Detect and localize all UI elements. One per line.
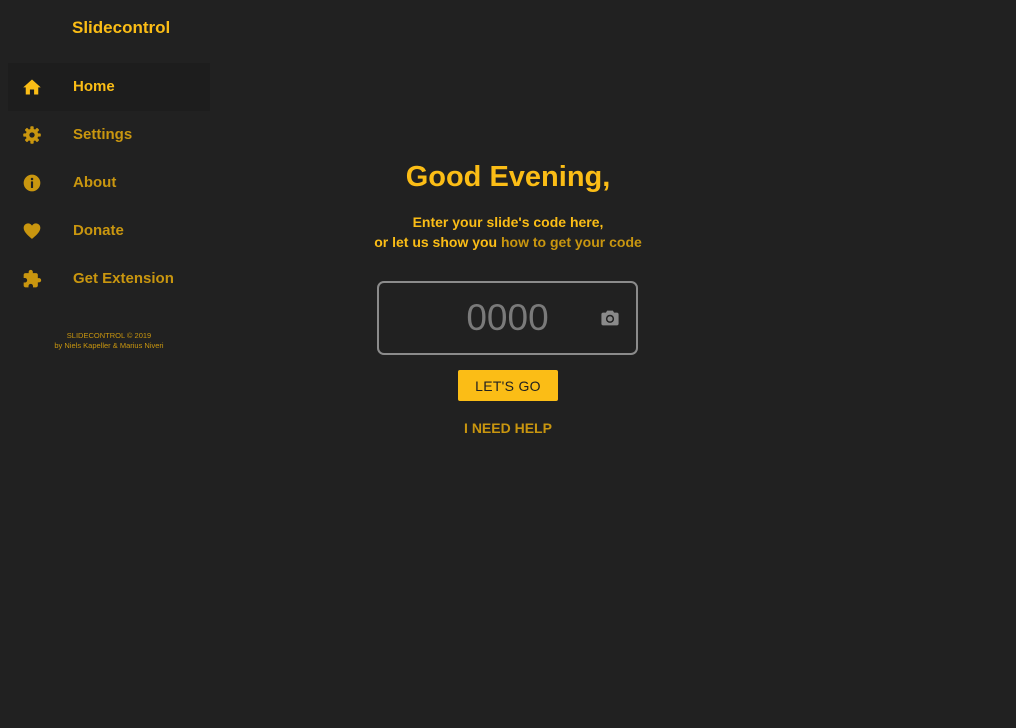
instructions: Enter your slide's code here, or let us …	[218, 212, 798, 252]
info-icon	[22, 173, 42, 193]
camera-icon[interactable]	[600, 309, 620, 327]
sidebar: Slidecontrol Home Settings About Donate …	[0, 0, 218, 728]
sidebar-item-home[interactable]: Home	[8, 63, 210, 111]
lets-go-button[interactable]: LET'S GO	[458, 370, 558, 401]
puzzle-icon	[22, 269, 42, 289]
heart-icon	[22, 221, 42, 241]
sidebar-item-label: Home	[73, 78, 115, 95]
instructions-prefix: or let us show you	[374, 234, 498, 250]
sidebar-item-label: Donate	[73, 222, 124, 239]
footer-copyright: SLIDECONTROL © 2019	[66, 331, 152, 340]
home-icon	[22, 77, 42, 97]
code-input[interactable]	[379, 283, 636, 353]
code-input-box	[377, 281, 638, 355]
i-need-help-button[interactable]: I NEED HELP	[428, 417, 588, 439]
sidebar-item-label: Settings	[73, 126, 133, 143]
greeting-heading: Good Evening,	[405, 161, 611, 193]
how-to-get-code-link[interactable]: how to get your code	[501, 234, 642, 250]
sidebar-item-label: Get Extension	[73, 270, 174, 287]
sidebar-item-about[interactable]: About	[8, 159, 210, 207]
instructions-line1: Enter your slide's code here,	[412, 214, 604, 230]
sidebar-item-label: About	[73, 174, 117, 191]
sidebar-item-get-extension[interactable]: Get Extension	[8, 255, 210, 303]
main-content: Good Evening, Enter your slide's code he…	[218, 0, 798, 728]
instructions-line2: or let us show you how to get your code	[218, 232, 798, 252]
footer-authors: by Niels Kapeller & Marius Niveri	[54, 341, 164, 350]
sidebar-item-settings[interactable]: Settings	[8, 111, 210, 159]
sidebar-nav: Home Settings About Donate Get Extension	[8, 63, 210, 303]
app: Slidecontrol Home Settings About Donate …	[0, 0, 1016, 728]
gear-icon	[22, 125, 42, 145]
sidebar-item-donate[interactable]: Donate	[8, 207, 210, 255]
sidebar-footer: SLIDECONTROL © 2019 by Niels Kapeller & …	[0, 331, 218, 351]
app-brand: Slidecontrol	[72, 18, 171, 37]
